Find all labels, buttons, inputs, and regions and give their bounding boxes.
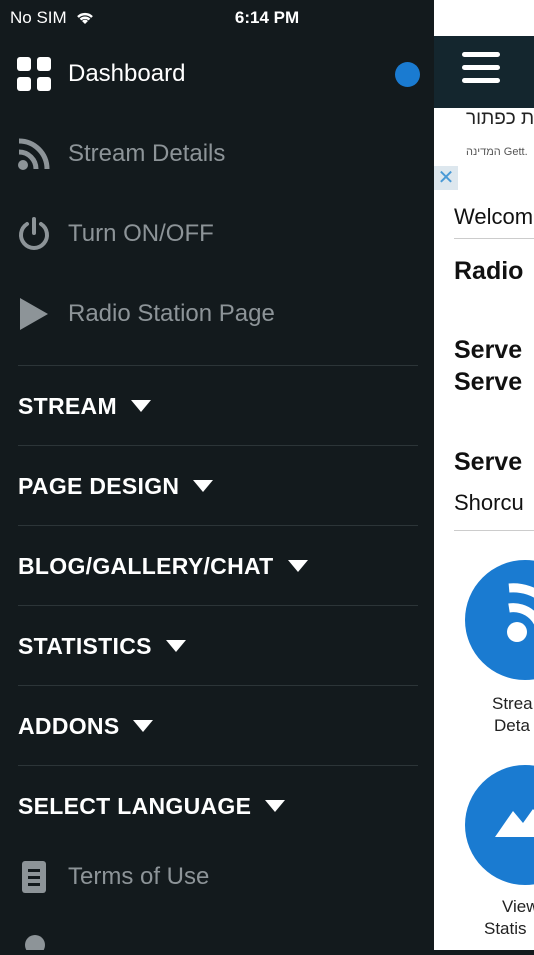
shortcut-label: View	[502, 897, 534, 916]
nav-item-label: Turn ON/OFF	[68, 220, 214, 247]
nav-item-label: Terms of Use	[68, 863, 210, 890]
section-label: STREAM	[18, 392, 117, 419]
shortcut-label: Statis	[484, 919, 527, 938]
ad-close-icon[interactable]: ✕	[434, 166, 458, 190]
section-label: STATISTICS	[18, 632, 152, 659]
shortcut-label: Deta	[494, 716, 530, 735]
power-icon	[16, 216, 52, 252]
radio-heading: Radio	[454, 257, 524, 285]
main-content-peek: ת כפתור המדינה Gett. ✕ Welcom Radio Serv…	[434, 0, 534, 950]
caret-down-icon	[165, 640, 186, 652]
play-icon	[16, 296, 52, 332]
nav-item-label: Stream Details	[68, 140, 226, 167]
section-label: SELECT LANGUAGE	[18, 792, 252, 819]
section-statistics[interactable]: STATISTICS	[18, 605, 418, 686]
section-blog-gallery-chat[interactable]: BLOG/GALLERY/CHAT	[18, 525, 418, 606]
divider	[454, 238, 534, 239]
shortcut-label: Strea	[492, 694, 533, 713]
server-heading: Serve	[454, 448, 523, 476]
rss-icon	[16, 136, 52, 172]
section-label: PAGE DESIGN	[18, 472, 180, 499]
nav-item-label: Radio Station Page	[68, 300, 275, 327]
section-stream[interactable]: STREAM	[18, 365, 418, 446]
navigation-drawer: Dashboard Stream Details Turn ON/OFF Rad…	[0, 36, 434, 955]
shortcut-stream-details-button[interactable]	[465, 560, 534, 680]
section-label: BLOG/GALLERY/CHAT	[18, 552, 274, 579]
section-addons[interactable]: ADDONS	[18, 685, 418, 766]
nav-item-label: Dashboard	[68, 60, 186, 87]
mountain-chart-icon	[495, 809, 534, 837]
ad-banner-title[interactable]: ת כפתור	[466, 108, 534, 130]
dashboard-grid-icon	[16, 56, 52, 92]
caret-down-icon	[287, 560, 308, 572]
shortcut-view-statistics-button[interactable]	[465, 765, 534, 885]
caret-down-icon	[130, 400, 151, 412]
caret-down-icon	[265, 800, 286, 812]
document-icon	[16, 859, 52, 895]
location-pin-icon	[24, 934, 46, 955]
welcome-text: Welcom	[454, 204, 534, 229]
hamburger-menu-icon[interactable]	[462, 52, 500, 90]
nav-item-dashboard[interactable]: Dashboard	[0, 39, 434, 109]
section-label: ADDONS	[18, 712, 120, 739]
section-select-language[interactable]: SELECT LANGUAGE	[18, 765, 418, 846]
shortcut-heading: Shorcu	[454, 490, 524, 515]
caret-down-icon	[133, 720, 154, 732]
active-indicator-dot	[395, 61, 420, 87]
divider	[454, 530, 534, 531]
rss-icon	[507, 583, 534, 642]
caret-down-icon	[193, 480, 214, 492]
server-heading: Serve	[454, 336, 523, 364]
ad-banner-subtitle: המדינה Gett.	[466, 146, 528, 158]
nav-item-radio-station-page[interactable]: Radio Station Page	[0, 279, 434, 349]
server-heading: Serve	[454, 368, 523, 396]
nav-item-stream-details[interactable]: Stream Details	[0, 119, 434, 189]
nav-item-terms-of-use[interactable]: Terms of Use	[0, 842, 434, 912]
top-app-bar	[434, 36, 534, 108]
section-page-design[interactable]: PAGE DESIGN	[18, 445, 418, 526]
nav-item-turn-on-off[interactable]: Turn ON/OFF	[0, 199, 434, 269]
